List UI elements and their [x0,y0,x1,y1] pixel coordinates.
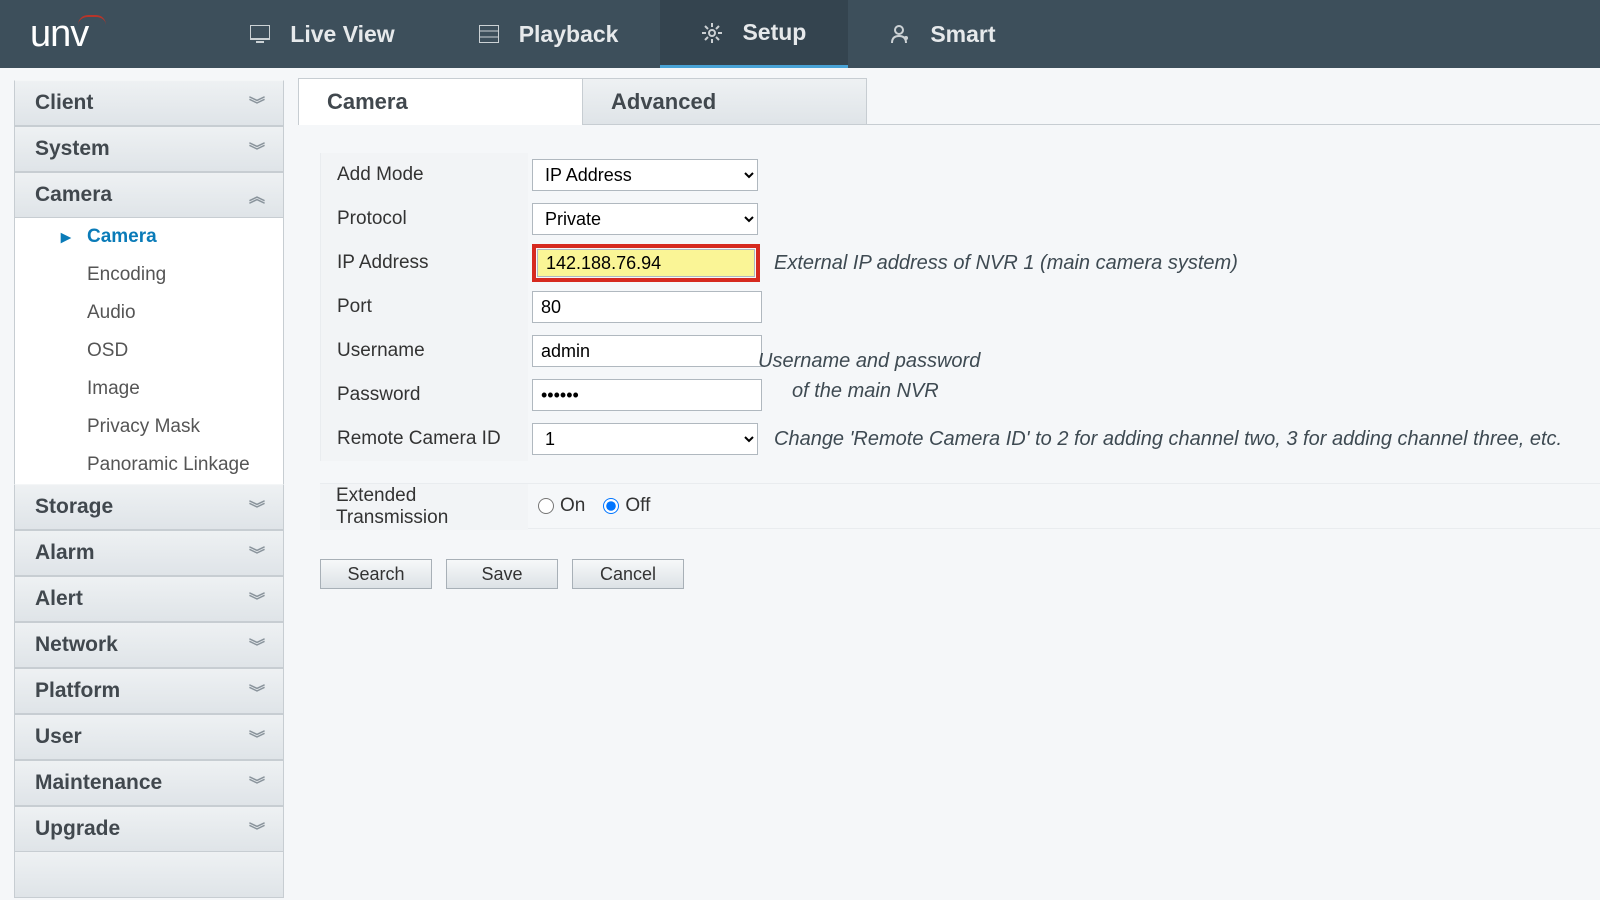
sidebar-group-label: Alert [35,587,83,611]
chevron-down-icon: ︾ [249,771,263,795]
chevron-down-icon: ︾ [249,137,263,161]
sidebar-group-system[interactable]: System ︾ [14,126,284,172]
tab-advanced[interactable]: Advanced [582,78,867,124]
sidebar-item-panoramic-linkage[interactable]: Panoramic Linkage [15,446,283,484]
sidebar-group-maintenance[interactable]: Maintenance ︾ [14,760,284,806]
search-button[interactable]: Search [320,559,432,589]
nav-label: Setup [742,19,806,46]
ip-address-input[interactable] [537,249,755,277]
credentials-hint: Username and password of the main NVR [758,346,980,406]
sidebar-group-network[interactable]: Network ︾ [14,622,284,668]
sidebar-item-audio[interactable]: Audio [15,294,283,332]
chevron-down-icon: ︾ [249,495,263,519]
sidebar-group-alert[interactable]: Alert ︾ [14,576,284,622]
main-nav: Live View Playback Setup Smart [208,0,1037,68]
form-buttons: Search Save Cancel [320,559,1600,589]
chevron-up-icon: ︽ [249,183,263,207]
remote-camera-id-label: Remote Camera ID [320,417,528,461]
sidebar-group-label: Camera [35,183,112,207]
remote-camera-id-select[interactable]: 1 [532,423,758,455]
sidebar-group-label: System [35,137,110,161]
protocol-label: Protocol [320,197,528,241]
sidebar-item-privacy-mask[interactable]: Privacy Mask [15,408,283,446]
sidebar-group-label: Network [35,633,118,657]
content-tabs: Camera Advanced [298,78,1600,125]
sidebar-group-upgrade[interactable]: Upgrade ︾ [14,806,284,852]
highlight-box [532,244,760,282]
add-mode-label: Add Mode [320,153,528,197]
nav-label: Playback [519,21,619,48]
port-label: Port [320,285,528,329]
ext-on-radio[interactable] [538,498,554,514]
nav-playback[interactable]: Playback [437,0,661,68]
person-icon [890,24,910,44]
nav-label: Smart [930,21,995,48]
sidebar-group-client[interactable]: Client ︾ [14,80,284,126]
sidebar-group-storage[interactable]: Storage ︾ [14,484,284,530]
sidebar-group-label: Client [35,91,93,115]
sidebar-item-image[interactable]: Image [15,370,283,408]
sidebar-item-osd[interactable]: OSD [15,332,283,370]
sidebar-tail [14,852,284,898]
chevron-down-icon: ︾ [249,679,263,703]
cancel-button[interactable]: Cancel [572,559,684,589]
sidebar-group-label: Platform [35,679,120,703]
nav-setup[interactable]: Setup [660,0,848,68]
nav-smart[interactable]: Smart [848,0,1037,68]
add-mode-select[interactable]: IP Address [532,159,758,191]
sidebar-group-user[interactable]: User ︾ [14,714,284,760]
chevron-down-icon: ︾ [249,541,263,565]
chevron-down-icon: ︾ [249,817,263,841]
ext-off-radio[interactable] [603,498,619,514]
film-icon [479,25,499,43]
ext-on-option[interactable]: On [538,495,585,517]
sidebar-subitems: Camera Encoding Audio OSD Image Privacy … [14,218,284,484]
content-area: Camera Advanced Add Mode IP Address Prot… [298,68,1600,898]
sidebar-item-camera[interactable]: Camera [15,218,283,256]
chevron-down-icon: ︾ [249,633,263,657]
monitor-icon [250,25,270,43]
chevron-down-icon: ︾ [249,725,263,749]
username-label: Username [320,329,528,373]
gear-icon [702,23,722,43]
tab-camera[interactable]: Camera [298,78,583,124]
extended-transmission-label: Extended Transmission [320,484,528,530]
sidebar-group-alarm[interactable]: Alarm ︾ [14,530,284,576]
sidebar-group-label: User [35,725,82,749]
nav-label: Live View [290,21,394,48]
ip-address-label: IP Address [320,241,528,285]
sidebar-group-label: Upgrade [35,817,120,841]
username-input[interactable] [532,335,762,367]
sidebar-group-label: Maintenance [35,771,162,795]
ip-address-hint: External IP address of NVR 1 (main camer… [758,252,1238,275]
extended-transmission-radios: On Off [528,484,650,528]
password-label: Password [320,373,528,417]
password-input[interactable] [532,379,762,411]
sidebar-group-label: Storage [35,495,113,519]
chevron-down-icon: ︾ [249,587,263,611]
chevron-down-icon: ︾ [249,91,263,115]
sidebar-group-label: Alarm [35,541,95,565]
sidebar-group-platform[interactable]: Platform ︾ [14,668,284,714]
remote-camera-id-hint: Change 'Remote Camera ID' to 2 for addin… [758,428,1562,451]
save-button[interactable]: Save [446,559,558,589]
top-navbar: unv Live View Playback Setup Smart [0,0,1600,68]
ext-off-option[interactable]: Off [603,495,650,517]
port-input[interactable] [532,291,762,323]
sidebar-group-camera[interactable]: Camera ︽ [14,172,284,218]
nav-live-view[interactable]: Live View [208,0,436,68]
logo-arc-icon [78,15,106,25]
sidebar-item-encoding[interactable]: Encoding [15,256,283,294]
sidebar: Client ︾ System ︾ Camera ︽ Camera Encoding … [0,68,298,898]
protocol-select[interactable]: Private [532,203,758,235]
brand-logo: unv [30,13,148,56]
